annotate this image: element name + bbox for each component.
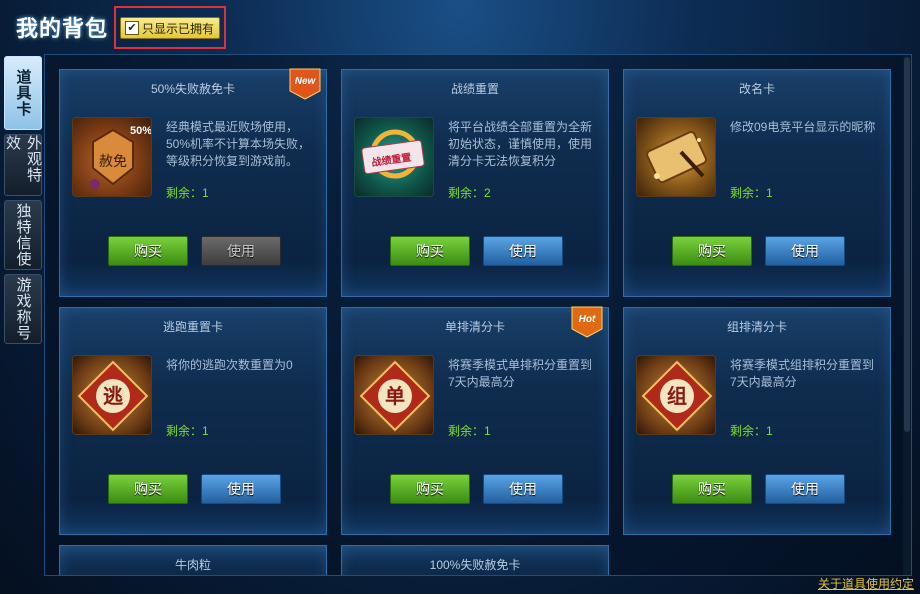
remaining-count: 剩余：1 <box>730 424 773 438</box>
svg-text:Hot: Hot <box>579 314 596 325</box>
category-tabs: 道具卡 外观特效 独特信使 游戏称号 <box>4 56 42 348</box>
svg-text:50%: 50% <box>130 125 152 137</box>
hot-badge-icon: Hot <box>571 306 603 338</box>
svg-text:New: New <box>295 76 317 87</box>
buy-button[interactable]: 购买 <box>108 474 188 504</box>
solo-token-icon: 单 <box>359 360 431 432</box>
item-card: 战绩重置 战绩重置 将平台战绩全部重置为全新初始状态，谨慎使用，使用清分卡无法恢… <box>341 69 609 297</box>
card-name: 50%失败赦免卡 <box>150 82 236 96</box>
svg-text:赦免: 赦免 <box>99 153 127 170</box>
card-name: 100%失败赦免卡 <box>429 558 521 572</box>
team-reset-image: 组 <box>636 355 716 435</box>
use-button[interactable]: 使用 <box>483 236 563 266</box>
owned-only-filter[interactable]: ✔ 只显示已拥有 <box>120 17 220 39</box>
card-name: 逃跑重置卡 <box>162 320 223 334</box>
card-name: 战绩重置 <box>450 82 499 96</box>
record-reset-icon: 战绩重置 <box>361 129 425 179</box>
card-name: 改名卡 <box>738 82 775 96</box>
card-description: 修改09电竞平台显示的昵称 <box>730 120 876 134</box>
owned-only-label: 只显示已拥有 <box>142 21 215 36</box>
buy-button[interactable]: 购买 <box>390 474 470 504</box>
buy-button[interactable]: 购买 <box>108 236 188 266</box>
card-description: 经典模式最近败场使用，50%机率不计算本场失败，等级积分恢复到游戏前。 <box>166 120 311 168</box>
tab-unique-messenger[interactable]: 独特信使 <box>4 200 42 270</box>
item-card: 单排清分卡 Hot 单 将赛季模式单排积分重置到7天内最高分 剩余：1 购买 使… <box>341 306 609 535</box>
remaining-count: 剩余：2 <box>448 186 491 200</box>
remaining-count: 剩余：1 <box>166 424 209 438</box>
item-card: 改名卡 修改09电竞平台显示的昵称 剩余：1 购买 使用 <box>623 69 891 297</box>
use-button[interactable]: 使用 <box>201 474 281 504</box>
team-token-icon: 组 <box>641 360 713 432</box>
card-grid: 50%失败赦免卡 New 赦免 50% 经典模式最近败场使用，50%机率不计算本… <box>44 54 912 576</box>
card-description: 将你的逃跑次数重置为0 <box>166 358 293 372</box>
buy-button[interactable]: 购买 <box>672 236 752 266</box>
card-name: 牛肉粒 <box>174 558 211 572</box>
tab-item-cards[interactable]: 道具卡 <box>4 56 42 130</box>
new-badge-icon: New <box>289 68 321 100</box>
item-card: 100%失败赦免卡 <box>341 545 609 575</box>
window-title: 我的背包 <box>16 16 109 41</box>
pardon-card-image: 赦免 50% <box>72 117 152 197</box>
solo-reset-image: 单 <box>354 355 434 435</box>
item-card: 逃跑重置卡 逃 将你的逃跑次数重置为0 剩余：1 购买 使用 <box>59 307 327 535</box>
token-icon: 赦免 50% <box>90 125 152 189</box>
svg-text:组: 组 <box>667 384 687 408</box>
card-description: 将赛季模式单排积分重置到7天内最高分 <box>448 358 593 389</box>
card-description: 将平台战绩全部重置为全新初始状态，谨慎使用，使用清分卡无法恢复积分 <box>448 120 593 168</box>
owned-only-checkbox[interactable]: ✔ <box>125 21 139 35</box>
card-name: 组排清分卡 <box>726 320 787 334</box>
scrollbar-thumb[interactable] <box>904 57 910 432</box>
item-card: 组排清分卡 组 将赛季模式组排积分重置到7天内最高分 剩余：1 购买 使用 <box>623 307 891 535</box>
item-card: 50%失败赦免卡 New 赦免 50% 经典模式最近败场使用，50%机率不计算本… <box>59 68 327 297</box>
card-description: 将赛季模式组排积分重置到7天内最高分 <box>730 358 875 389</box>
svg-text:单: 单 <box>385 384 405 408</box>
remaining-count: 剩余：1 <box>730 186 773 200</box>
usage-terms-link[interactable]: 关于道具使用约定 <box>818 575 914 592</box>
buy-button[interactable]: 购买 <box>672 474 752 504</box>
tab-game-titles[interactable]: 游戏称号 <box>4 274 42 344</box>
use-button[interactable]: 使用 <box>483 474 563 504</box>
buy-button[interactable]: 购买 <box>390 236 470 266</box>
filter-highlight: ✔ 只显示已拥有 <box>114 6 226 49</box>
escape-token-icon: 逃 <box>77 360 149 432</box>
tab-appearance-effects[interactable]: 外观特效 <box>4 134 42 196</box>
rename-card-image <box>636 117 716 197</box>
remaining-count: 剩余：1 <box>448 424 491 438</box>
scroll-icon <box>646 131 708 184</box>
use-button[interactable]: 使用 <box>201 236 281 266</box>
escape-reset-image: 逃 <box>72 355 152 435</box>
svg-text:逃: 逃 <box>103 384 124 408</box>
use-button[interactable]: 使用 <box>765 474 845 504</box>
item-card: 牛肉粒 <box>59 545 327 575</box>
record-reset-image: 战绩重置 <box>354 117 434 197</box>
title-bar: 我的背包 ✔ 只显示已拥有 <box>0 0 920 52</box>
inventory-window: 我的背包 ✔ 只显示已拥有 道具卡 外观特效 独特信使 游戏称号 50%失败赦免… <box>0 0 920 594</box>
use-button[interactable]: 使用 <box>765 236 845 266</box>
remaining-count: 剩余：1 <box>166 186 209 200</box>
card-name: 单排清分卡 <box>444 320 505 334</box>
scrollbar[interactable] <box>903 55 911 575</box>
